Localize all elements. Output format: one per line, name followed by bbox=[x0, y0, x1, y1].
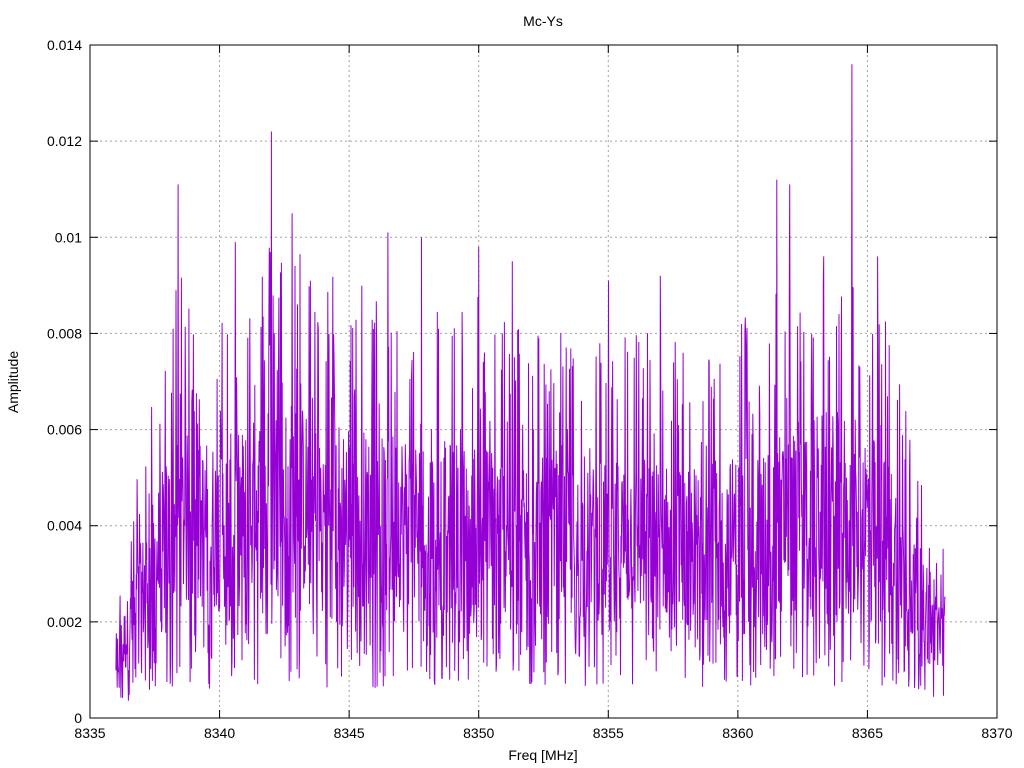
y-tick-labels: 0 0.002 0.004 0.006 0.008 0.01 0.012 0.014 bbox=[47, 37, 82, 726]
x-tick-label: 8355 bbox=[593, 725, 624, 741]
x-axis-title: Freq [MHz] bbox=[508, 747, 577, 763]
chart-title: Mc-Ys bbox=[523, 13, 563, 29]
y-tick-label: 0.01 bbox=[55, 229, 82, 245]
series-line bbox=[115, 64, 946, 701]
series-layer bbox=[115, 64, 946, 701]
y-tick-label: 0.006 bbox=[47, 422, 82, 438]
x-tick-label: 8345 bbox=[334, 725, 365, 741]
y-axis-title: Amplitude bbox=[5, 351, 21, 413]
y-tick-label: 0.002 bbox=[47, 614, 82, 630]
x-tick-label: 8360 bbox=[722, 725, 753, 741]
y-tick-label: 0.012 bbox=[47, 133, 82, 149]
x-tick-label: 8365 bbox=[852, 725, 883, 741]
y-tick-label: 0.004 bbox=[47, 518, 82, 534]
y-tick-label: 0.014 bbox=[47, 37, 82, 53]
y-tick-label: 0.008 bbox=[47, 325, 82, 341]
x-tick-label: 8370 bbox=[981, 725, 1012, 741]
x-tick-label: 8340 bbox=[204, 725, 235, 741]
x-tick-labels: 8335 8340 8345 8350 8355 8360 8365 8370 bbox=[74, 725, 1012, 741]
x-tick-label: 8335 bbox=[74, 725, 105, 741]
y-tick-label: 0 bbox=[74, 710, 82, 726]
chart: Mc-Ys 8335 8340 8345 8350 8355 8360 8365 8370 0… bbox=[5, 13, 1013, 763]
x-tick-label: 8350 bbox=[463, 725, 494, 741]
